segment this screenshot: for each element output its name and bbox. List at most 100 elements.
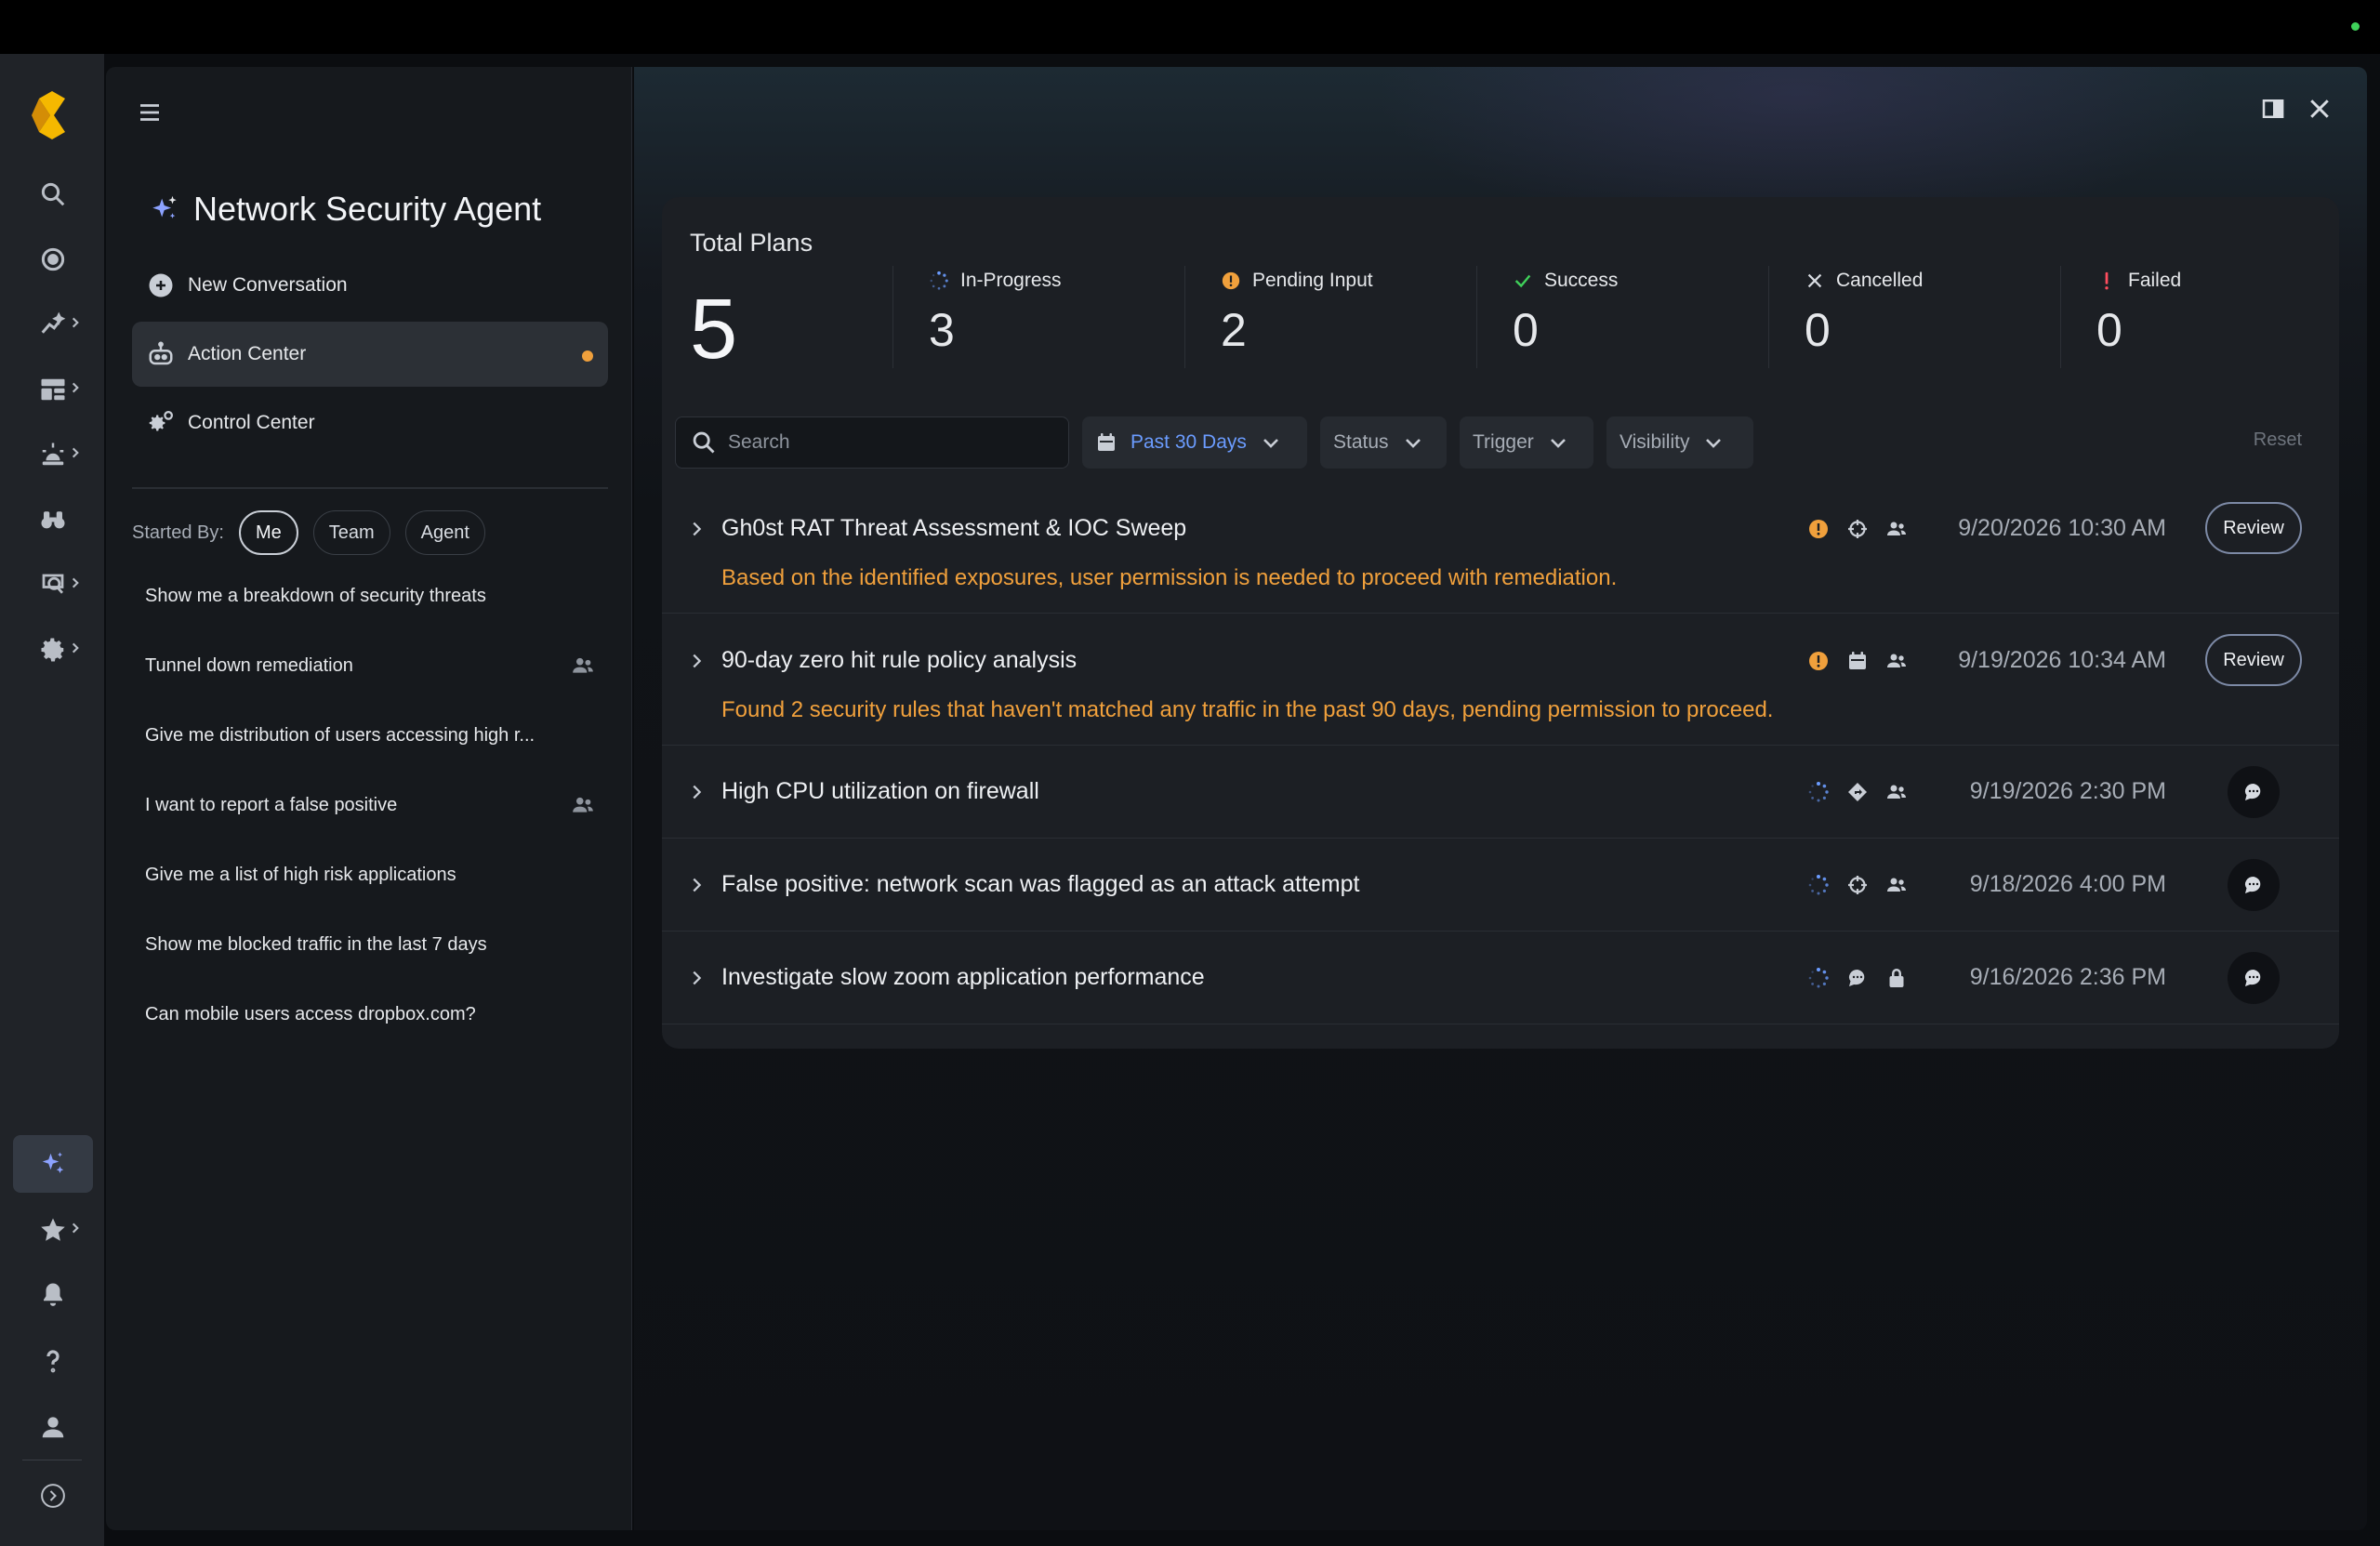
alert-light-icon[interactable] [13, 426, 93, 483]
team-icon [573, 797, 593, 813]
stat-success: Success 0 [1476, 266, 1768, 368]
unread-badge [582, 350, 593, 362]
exclamation-icon [2105, 271, 2109, 290]
filter-chip-me[interactable]: Me [238, 510, 298, 555]
conversation-item[interactable]: Give me distribution of users accessing … [132, 705, 608, 766]
conversation-item[interactable]: Can mobile users access dropbox.com? [132, 984, 608, 1045]
plan-row[interactable]: 90-day zero hit rule policy analysis Fou… [662, 614, 2339, 746]
plan-date: 9/19/2026 10:34 AM [1958, 647, 2166, 673]
search-placeholder: Search [728, 431, 790, 453]
stat-label: Pending Input [1252, 270, 1373, 291]
review-button[interactable]: Review [2205, 502, 2302, 554]
conversation-item[interactable]: I want to report a false positive [132, 774, 608, 836]
plan-row[interactable]: False positive: network scan was flagged… [662, 839, 2339, 932]
check-icon [1514, 274, 1531, 288]
plan-row[interactable]: Investigate slow zoom application perfor… [662, 932, 2339, 1024]
radar-icon[interactable] [13, 231, 93, 288]
conversation-item[interactable]: Give me a list of high risk applications [132, 844, 608, 905]
date-range-dropdown[interactable]: Past 30 Days [1082, 416, 1307, 469]
threat-search-icon[interactable] [13, 556, 93, 614]
robot-icon [149, 341, 173, 365]
spinner-icon [1807, 874, 1830, 896]
trigger-dropdown[interactable]: Trigger [1460, 416, 1593, 469]
plus-circle-icon [149, 273, 173, 297]
ai-agent-sparkle-icon[interactable] [13, 1135, 93, 1193]
stat-value: 0 [1513, 304, 1539, 356]
crosshair-icon [1846, 874, 1869, 896]
hamburger-menu-icon[interactable] [136, 99, 164, 126]
gears-icon [149, 411, 173, 431]
status-label: Status [1333, 431, 1389, 453]
insights-icon[interactable] [13, 296, 93, 353]
stat-value: 2 [1221, 304, 1247, 356]
stat-label: Success [1544, 270, 1619, 291]
binoculars-icon[interactable] [13, 491, 93, 548]
plan-title: 90-day zero hit rule policy analysis [721, 647, 1078, 673]
conversation-label: Give me distribution of users accessing … [145, 724, 536, 746]
reset-filters-link[interactable]: Reset [2254, 429, 2302, 451]
split-view-icon[interactable] [2259, 95, 2287, 123]
settings-gear-icon[interactable] [13, 621, 93, 679]
nav-action-center[interactable]: Action Center [132, 322, 608, 387]
pending-icon [1807, 650, 1830, 672]
trigger-label: Trigger [1473, 431, 1534, 453]
plan-title: False positive: network scan was flagged… [721, 871, 1360, 897]
team-icon [573, 657, 593, 673]
visibility-dropdown[interactable]: Visibility [1606, 416, 1753, 469]
stat-label: Cancelled [1836, 270, 1924, 291]
plans-filter-bar: Search Past 30 Days Status Trigger Visib… [675, 416, 1753, 469]
chevron-right-icon[interactable] [686, 875, 707, 895]
status-dropdown[interactable]: Status [1320, 416, 1447, 469]
sidebar-divider [132, 487, 608, 489]
total-plans-label: Total Plans [690, 229, 813, 257]
chat-bubble-icon [2245, 784, 2261, 800]
app-stage: Network Security Agent New Conversation … [0, 54, 2380, 1546]
nav-label: New Conversation [188, 274, 348, 296]
plan-date: 9/19/2026 2:30 PM [1969, 778, 2166, 804]
conversation-item[interactable]: Tunnel down remediation [132, 635, 608, 696]
stat-pending-input: Pending Input 2 [1184, 266, 1476, 368]
user-profile-icon[interactable] [13, 1398, 93, 1456]
chevron-right-icon[interactable] [686, 651, 707, 671]
total-plans-count: 5 [690, 282, 738, 377]
os-top-bar [0, 0, 2380, 54]
dashboard-icon[interactable] [13, 361, 93, 418]
chevron-right-icon[interactable] [686, 968, 707, 988]
plan-row[interactable]: High CPU utilization on firewall 9/19/20… [662, 746, 2339, 839]
search-icon[interactable] [13, 165, 93, 223]
filter-chip-agent[interactable]: Agent [404, 510, 485, 555]
pending-icon [1807, 518, 1830, 540]
nav-label: Action Center [188, 343, 307, 364]
filter-chip-team[interactable]: Team [312, 510, 390, 555]
chevron-down-icon [1263, 439, 1278, 448]
plan-date: 9/20/2026 10:30 AM [1958, 515, 2166, 541]
expand-rail-icon[interactable] [13, 1467, 93, 1525]
conversation-label: Show me a breakdown of security threats [145, 585, 486, 606]
search-icon [693, 431, 715, 454]
open-chat-button[interactable] [2228, 766, 2280, 818]
spinner-icon [1807, 967, 1830, 989]
plan-row[interactable]: Gh0st RAT Threat Assessment & IOC Sweep … [662, 482, 2339, 614]
conversation-label: Tunnel down remediation [145, 654, 353, 676]
plan-title: High CPU utilization on firewall [721, 778, 1039, 804]
stat-failed: Failed 0 [2060, 266, 2330, 368]
open-chat-button[interactable] [2228, 859, 2280, 911]
nav-control-center[interactable]: Control Center [132, 390, 608, 456]
review-button[interactable]: Review [2205, 634, 2302, 686]
brand-logo-icon[interactable] [28, 89, 76, 141]
chat-bubble-icon [1846, 967, 1869, 989]
favorites-star-icon[interactable] [13, 1201, 93, 1259]
search-input[interactable]: Search [675, 416, 1069, 469]
close-icon[interactable] [2306, 95, 2334, 123]
conversation-item[interactable]: Show me a breakdown of security threats [132, 565, 608, 627]
conversation-item[interactable]: Show me blocked traffic in the last 7 da… [132, 914, 608, 975]
notifications-bell-icon[interactable] [13, 1266, 93, 1324]
conversation-label: Can mobile users access dropbox.com? [145, 1003, 476, 1024]
agent-sidebar: Network Security Agent New Conversation … [106, 67, 632, 1530]
help-question-icon[interactable] [13, 1332, 93, 1390]
nav-new-conversation[interactable]: New Conversation [132, 253, 608, 318]
chevron-right-icon[interactable] [686, 519, 707, 539]
chevron-right-icon[interactable] [686, 782, 707, 802]
open-chat-button[interactable] [2228, 952, 2280, 1004]
calendar-icon [1846, 650, 1869, 672]
